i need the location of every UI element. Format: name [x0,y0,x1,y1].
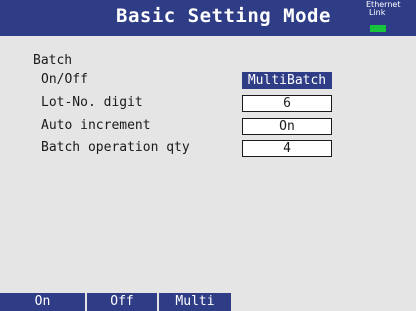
batch-operation-qty-label: Batch operation qty [41,140,190,155]
link-led-icon [370,25,386,32]
auto-increment-label: Auto increment [41,118,151,133]
link-label: Link [369,8,386,17]
softkey-multi[interactable]: Multi [159,293,233,311]
section-title: Batch [33,53,73,68]
batch-operation-qty-field[interactable]: 4 [242,140,332,157]
softkey-on[interactable]: On [0,293,87,311]
ethernet-status: Ethernet Link [366,1,414,17]
screen: Basic Setting Mode Ethernet Link Batch O… [0,0,416,311]
lot-no-digit-field[interactable]: 6 [242,95,332,112]
settings-panel: Batch On/Off MultiBatch Lot-No. digit 6 … [0,36,416,293]
softkey-off[interactable]: Off [87,293,159,311]
page-title: Basic Setting Mode [116,5,331,27]
on-off-field[interactable]: MultiBatch [242,72,332,89]
on-off-label: On/Off [41,72,88,87]
softkey-bar: On Off Multi [0,293,416,311]
title-bar: Basic Setting Mode Ethernet Link [0,0,416,36]
auto-increment-field[interactable]: On [242,118,332,135]
lot-no-digit-label: Lot-No. digit [41,95,143,110]
